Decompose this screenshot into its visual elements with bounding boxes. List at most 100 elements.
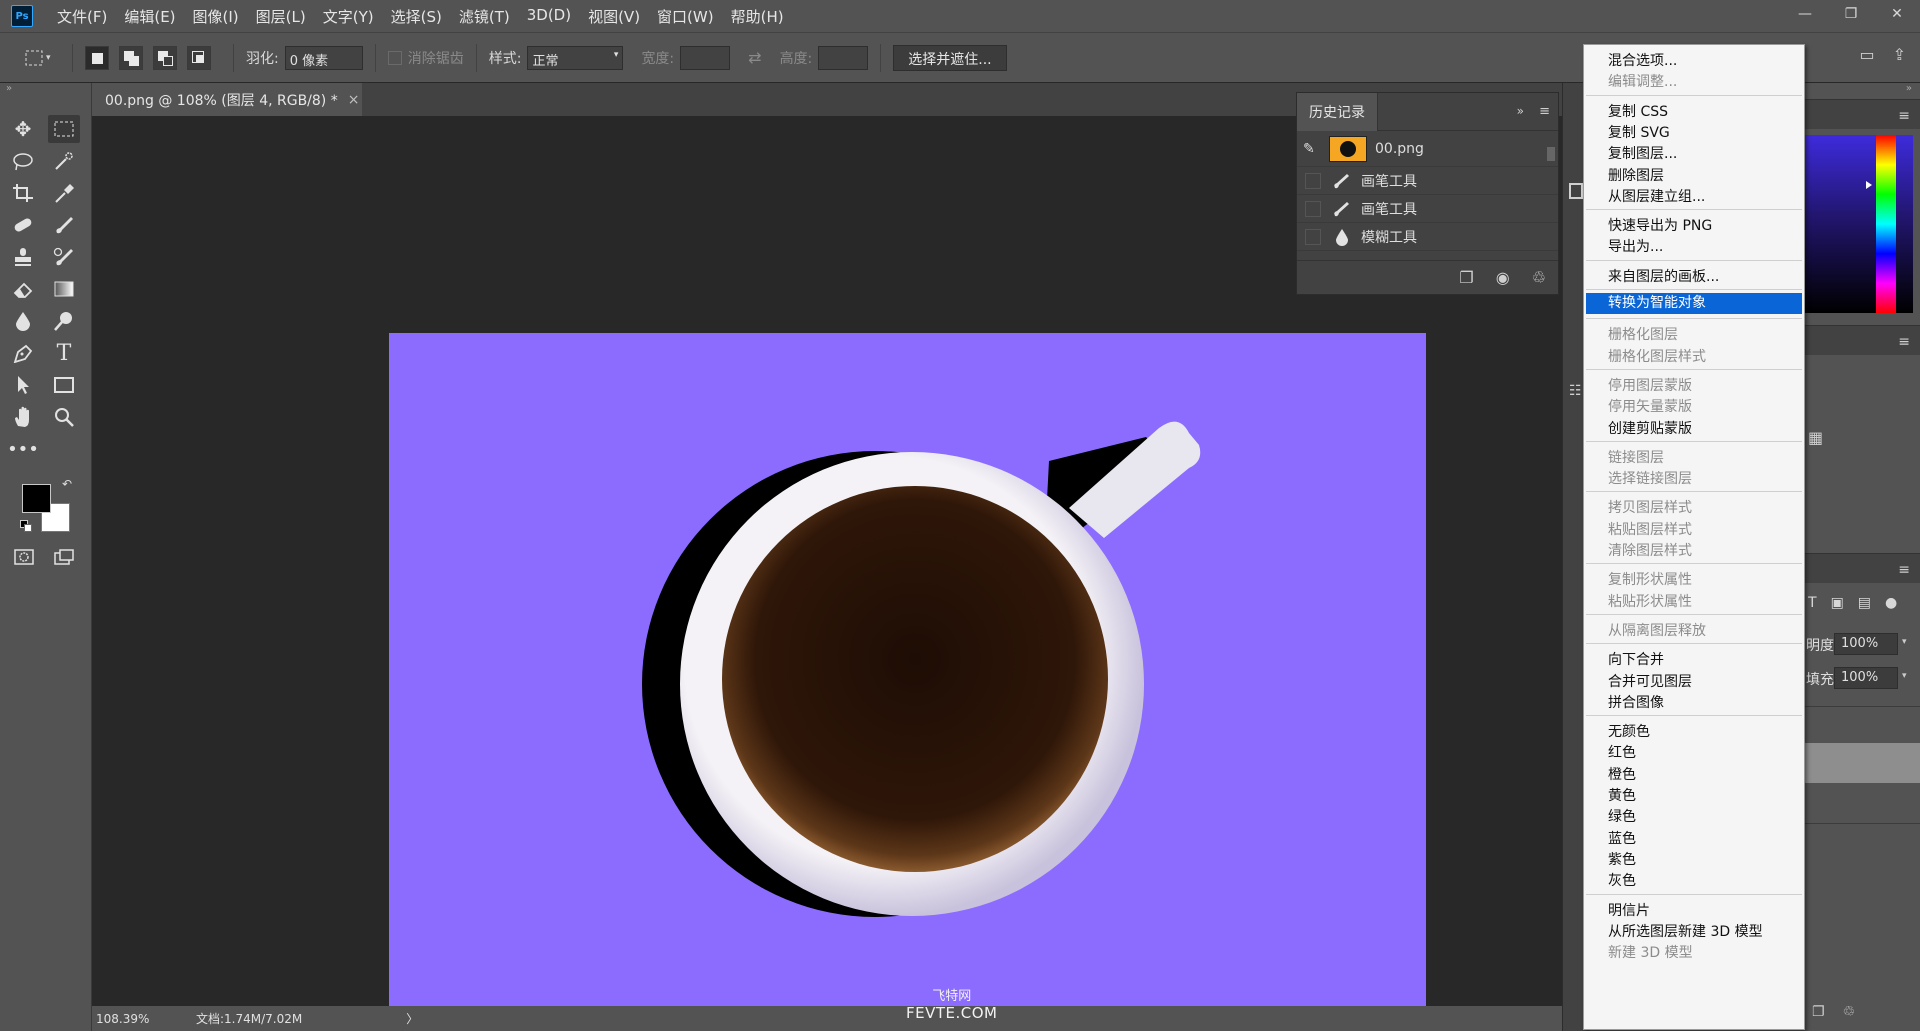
history-step[interactable]: 画笔工具 [1297, 195, 1558, 223]
menu-item[interactable]: 视图(V) [588, 6, 640, 27]
menu-item[interactable]: 滤镜(T) [459, 6, 510, 27]
hue-slider[interactable] [1876, 135, 1896, 313]
menu-item[interactable]: 图像(I) [193, 6, 239, 27]
context-menu-item[interactable]: 复制图层... [1608, 143, 1677, 163]
swap-colors-icon[interactable]: ↶ [62, 477, 72, 491]
pen-tool-icon[interactable] [7, 339, 39, 367]
history-brush-icon[interactable]: ✎ [1303, 141, 1323, 157]
menu-item[interactable]: 3D(D) [527, 6, 571, 27]
context-menu-item[interactable]: 蓝色 [1608, 828, 1636, 848]
history-step-checkbox[interactable] [1305, 228, 1321, 245]
path-select-tool-icon[interactable] [7, 371, 39, 399]
context-menu-item[interactable]: 快速导出为 PNG [1608, 215, 1712, 235]
selected-layer-row[interactable] [1805, 743, 1920, 783]
style-select[interactable]: 正常 ▾ [527, 45, 624, 70]
menu-item[interactable]: 文字(Y) [323, 6, 374, 27]
menu-item[interactable]: 文件(F) [57, 6, 107, 27]
history-step-checkbox[interactable] [1305, 172, 1321, 189]
quick-mask-icon[interactable] [8, 543, 40, 571]
history-panel-icon[interactable] [1569, 183, 1583, 199]
grid-icon[interactable]: ▦ [1808, 428, 1823, 447]
workspace-icon[interactable]: ▭ [1859, 45, 1874, 64]
context-menu-item[interactable]: 灰色 [1608, 870, 1636, 890]
panel-menu-icon[interactable]: ≡ [1898, 108, 1910, 124]
lasso-tool-icon[interactable] [7, 147, 39, 175]
hand-tool-icon[interactable] [7, 403, 39, 431]
fill-input[interactable]: 100% [1834, 667, 1898, 689]
close-window-button[interactable]: ✕ [1874, 0, 1920, 28]
add-to-selection-button[interactable] [119, 45, 143, 70]
context-menu-item[interactable]: 黄色 [1608, 785, 1636, 805]
context-menu-item[interactable]: 来自图层的画板... [1608, 266, 1719, 286]
marquee-preset-picker[interactable]: ▾ [24, 49, 60, 67]
opacity-input[interactable]: 100% [1834, 633, 1898, 655]
crop-tool-icon[interactable] [7, 179, 39, 207]
blur-tool-icon[interactable] [7, 307, 39, 335]
share-icon[interactable]: ⇪ [1893, 45, 1906, 64]
history-brush-tool-icon[interactable] [48, 243, 80, 271]
history-scrollbar[interactable] [1547, 135, 1555, 235]
new-selection-button[interactable] [85, 45, 109, 70]
trash-icon[interactable]: ♲ [1532, 268, 1546, 287]
hue-slider-handle[interactable] [1866, 181, 1872, 189]
select-and-mask-button[interactable]: 选择并遮住... [893, 44, 1007, 71]
trash-icon[interactable]: ♲ [1843, 1004, 1856, 1020]
new-document-from-state-icon[interactable]: ❐ [1459, 268, 1473, 287]
context-menu-item-highlighted[interactable]: 转换为智能对象 [1586, 293, 1802, 314]
context-menu-item[interactable]: 向下合并 [1608, 649, 1664, 669]
context-menu-item[interactable]: 明信片 [1608, 900, 1650, 920]
chevron-right-icon[interactable]: 〉 [406, 1010, 418, 1027]
subtract-from-selection-button[interactable] [153, 45, 177, 70]
height-input[interactable] [818, 45, 869, 70]
collapse-icon[interactable]: » [6, 83, 12, 94]
menu-item[interactable]: 窗口(W) [657, 6, 714, 27]
context-menu-item[interactable]: 无颜色 [1608, 721, 1650, 741]
context-menu-item[interactable]: 从所选图层新建 3D 模型 [1608, 921, 1763, 941]
panel-menu-icon[interactable]: ≡ [1898, 562, 1910, 578]
context-menu-item[interactable]: 复制 SVG [1608, 122, 1670, 142]
zoom-level[interactable]: 108.39% [96, 1012, 166, 1026]
shape-filter-icon[interactable]: ▣ [1831, 595, 1844, 611]
zoom-tool-icon[interactable] [48, 403, 80, 431]
context-menu-item[interactable]: 混合选项... [1608, 50, 1677, 70]
brush-tool-icon[interactable] [48, 211, 80, 239]
screen-mode-icon[interactable] [48, 543, 80, 571]
menu-item[interactable]: 帮助(H) [731, 6, 784, 27]
antialias-checkbox[interactable] [387, 50, 402, 65]
context-menu-item[interactable]: 橙色 [1608, 764, 1636, 784]
context-menu-item[interactable]: 拼合图像 [1608, 692, 1664, 712]
collapse-icon[interactable]: » [1906, 83, 1912, 94]
menu-item[interactable]: 图层(L) [256, 6, 306, 27]
default-colors-icon[interactable] [20, 520, 32, 532]
eraser-tool-icon[interactable] [7, 275, 39, 303]
more-tools-icon[interactable]: ••• [7, 435, 39, 463]
panel-menu-icon[interactable]: ≡ [1898, 334, 1910, 350]
panel-menu-icon[interactable]: ≡ [1539, 104, 1550, 119]
type-tool-icon[interactable]: T [48, 339, 80, 367]
context-menu-item[interactable]: 创建剪贴蒙版 [1608, 418, 1692, 438]
history-step-checkbox[interactable] [1305, 200, 1321, 217]
context-menu-item[interactable]: 从图层建立组... [1608, 186, 1705, 206]
restore-button[interactable]: ❐ [1828, 0, 1874, 28]
foreground-color-swatch[interactable] [22, 484, 51, 513]
history-tab[interactable]: 历史记录 [1297, 92, 1378, 131]
menu-item[interactable]: 编辑(E) [124, 6, 175, 27]
color-field[interactable] [1805, 135, 1913, 313]
rect-marquee-tool-icon[interactable] [48, 115, 80, 143]
context-menu-item[interactable]: 合并可见图层 [1608, 671, 1692, 691]
swap-icon[interactable]: ⇄ [748, 48, 761, 67]
menu-item[interactable]: 选择(S) [391, 6, 442, 27]
context-menu-item[interactable]: 删除图层 [1608, 165, 1664, 185]
expand-icon[interactable]: » [1517, 104, 1524, 118]
history-snapshot[interactable]: ✎ 00.png [1297, 131, 1558, 167]
eyedropper-tool-icon[interactable] [48, 179, 80, 207]
healing-brush-tool-icon[interactable] [7, 211, 39, 239]
document-canvas[interactable] [389, 333, 1426, 1022]
dodge-tool-icon[interactable] [48, 307, 80, 335]
move-tool-icon[interactable]: ✥ [7, 115, 39, 143]
context-menu-item[interactable]: 绿色 [1608, 806, 1636, 826]
context-menu-item[interactable]: 红色 [1608, 742, 1636, 762]
history-step[interactable]: 画笔工具 [1297, 167, 1558, 195]
feather-input[interactable]: 0 像素 [284, 45, 363, 70]
intersect-selection-button[interactable] [187, 45, 211, 70]
